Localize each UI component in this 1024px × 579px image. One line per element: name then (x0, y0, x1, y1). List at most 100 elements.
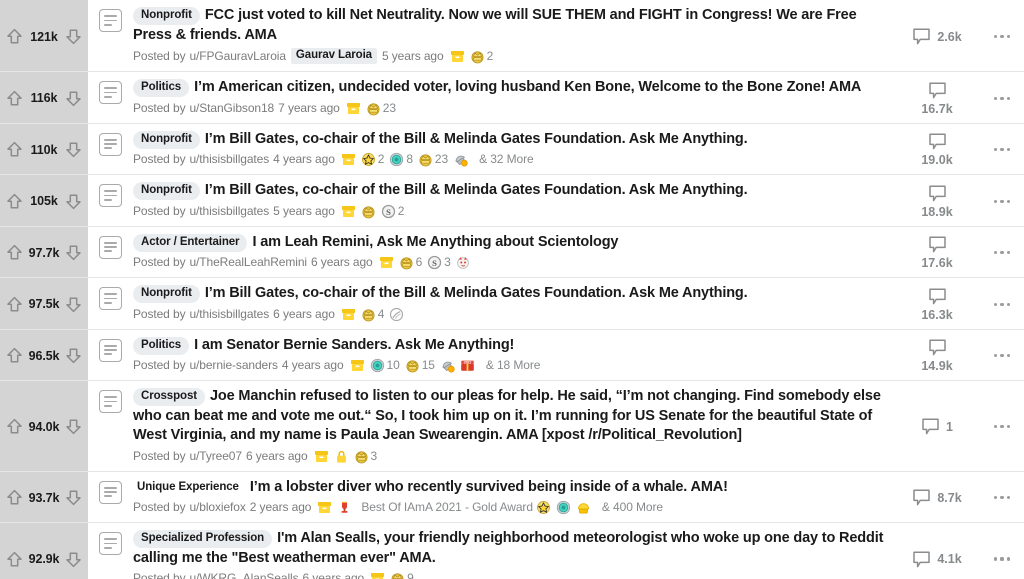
overflow-column[interactable] (980, 381, 1024, 471)
downvote-arrow-icon[interactable] (65, 296, 82, 313)
post-author[interactable]: u/TheRealLeahRemini (189, 255, 307, 270)
text-post-thumbnail-icon[interactable] (99, 338, 122, 362)
upvote-arrow-icon[interactable] (6, 193, 23, 210)
comments-column[interactable]: 14.9k (894, 330, 980, 381)
post-title[interactable]: I’m Bill Gates, co-chair of the Bill & M… (205, 182, 748, 198)
post-title[interactable]: I am Senator Bernie Sanders. Ask Me Anyt… (194, 337, 514, 353)
text-post-thumbnail-icon[interactable] (99, 235, 122, 259)
overflow-column[interactable] (980, 175, 1024, 226)
post-author[interactable]: u/bloxiefox (189, 500, 245, 515)
post-row[interactable]: 121k Nonprofit FCC just voted to kill Net … (0, 0, 1024, 72)
post-title[interactable]: I’m Bill Gates, co-chair of the Bill & M… (205, 131, 748, 147)
comments-column[interactable]: 2.6k (894, 0, 980, 71)
gold-award-icon[interactable]: 6 (399, 255, 422, 270)
downvote-arrow-icon[interactable] (65, 551, 82, 568)
gold-award-icon[interactable]: 9 (390, 571, 414, 579)
gold-award-icon[interactable] (361, 204, 376, 219)
post-author[interactable]: u/StanGibson18 (189, 101, 274, 116)
downvote-arrow-icon[interactable] (65, 489, 82, 506)
text-post-thumbnail-icon[interactable] (99, 184, 122, 207)
more-awards-label[interactable]: & 32 More (479, 152, 534, 167)
post-title[interactable]: Joe Manchin refused to listen to our ple… (133, 388, 881, 443)
post-row[interactable]: 93.7k Unique Experience I’m a lobster dive… (0, 472, 1024, 523)
comments-column[interactable]: 18.9k (894, 175, 980, 226)
overflow-menu-icon[interactable] (994, 148, 1010, 152)
helpful-award-icon[interactable] (576, 500, 591, 515)
upvote-arrow-icon[interactable] (6, 141, 23, 158)
post-flair[interactable]: Specialized Profession (133, 530, 273, 548)
post-flair[interactable]: Actor / Entertainer (133, 233, 248, 252)
overflow-menu-icon[interactable] (994, 199, 1010, 203)
post-flair[interactable]: Nonprofit (133, 182, 200, 200)
silver-award-icon[interactable]: S3 (427, 255, 451, 270)
upvote-arrow-icon[interactable] (6, 489, 23, 506)
platinum-award-icon[interactable] (556, 500, 571, 515)
post-row[interactable]: 97.7k Actor / Entertainer I am Leah Remini… (0, 227, 1024, 278)
comments-column[interactable]: 1 (894, 381, 980, 471)
post-row[interactable]: 97.5k Nonprofit I’m Bill Gates, co-chair o… (0, 278, 1024, 330)
post-flair[interactable]: Nonprofit (133, 130, 200, 149)
post-row[interactable]: 110k Nonprofit I’m Bill Gates, co-chair of… (0, 124, 1024, 175)
post-flair[interactable]: Politics (133, 79, 190, 97)
post-flair[interactable]: Crosspost (133, 388, 205, 406)
silver-hand-award-icon[interactable] (453, 152, 468, 167)
swirl-award-icon[interactable] (389, 307, 404, 322)
post-title[interactable]: FCC just voted to kill Net Neutrality. N… (133, 7, 857, 43)
text-post-thumbnail-icon[interactable] (99, 480, 122, 504)
overflow-menu-icon[interactable] (994, 302, 1010, 306)
overflow-column[interactable] (980, 523, 1024, 579)
more-awards-label[interactable]: & 400 More (602, 500, 663, 515)
gold-award-icon[interactable]: 3 (354, 449, 377, 464)
overflow-column[interactable] (980, 124, 1024, 175)
downvote-arrow-icon[interactable] (65, 244, 82, 261)
more-awards-label[interactable]: & 18 More (486, 358, 541, 373)
text-post-thumbnail-icon[interactable] (99, 287, 122, 310)
post-title[interactable]: I’m American citizen, undecided voter, l… (194, 79, 861, 95)
comments-column[interactable]: 19.0k (894, 124, 980, 175)
post-flair[interactable]: Nonprofit (133, 7, 200, 25)
post-author[interactable]: u/FPGauravLaroia (189, 49, 286, 64)
overflow-column[interactable] (980, 0, 1024, 71)
post-title[interactable]: I’m a lobster diver who recently survive… (250, 479, 728, 495)
comments-column[interactable]: 16.3k (894, 278, 980, 329)
post-author[interactable]: u/WKRG_AlanSealls (189, 571, 298, 579)
party-award-icon[interactable]: 2021 (460, 358, 475, 373)
text-post-thumbnail-icon[interactable] (99, 532, 122, 555)
downvote-arrow-icon[interactable] (65, 28, 82, 45)
overflow-column[interactable] (980, 472, 1024, 523)
overflow-column[interactable] (980, 278, 1024, 329)
silver-award-icon[interactable]: S2 (381, 204, 404, 219)
downvote-arrow-icon[interactable] (65, 347, 82, 364)
post-title[interactable]: I am Leah Remini, Ask Me Anything about … (252, 234, 618, 250)
post-author[interactable]: u/thisisbillgates (189, 152, 269, 167)
comments-column[interactable]: 16.7k (894, 72, 980, 123)
gold-award-icon[interactable]: 2 (470, 49, 493, 64)
overflow-menu-icon[interactable] (994, 251, 1010, 255)
upvote-arrow-icon[interactable] (6, 418, 23, 435)
comments-column[interactable]: 4.1k (894, 523, 980, 579)
text-post-thumbnail-icon[interactable] (99, 390, 122, 413)
upvote-arrow-icon[interactable] (6, 28, 23, 45)
downvote-arrow-icon[interactable] (65, 90, 82, 107)
overflow-column[interactable] (980, 227, 1024, 278)
upvote-arrow-icon[interactable] (6, 347, 23, 364)
text-post-thumbnail-icon[interactable] (99, 81, 122, 104)
post-author[interactable]: u/thisisbillgates (189, 307, 269, 322)
post-flair[interactable]: Unique Experience (133, 479, 243, 497)
post-row[interactable]: 94.0k Crosspost Joe Manchin refused to lis… (0, 381, 1024, 472)
text-post-thumbnail-icon[interactable] (99, 9, 122, 32)
platinum-award-icon[interactable]: 8 (389, 152, 413, 167)
post-title[interactable]: I’m Bill Gates, co-chair of the Bill & M… (205, 285, 748, 301)
gold-award-icon[interactable]: 4 (361, 307, 384, 322)
overflow-column[interactable] (980, 72, 1024, 123)
comments-column[interactable]: 17.6k (894, 227, 980, 278)
overflow-menu-icon[interactable] (994, 34, 1010, 39)
post-row[interactable]: 105k Nonprofit I’m Bill Gates, co-chair of… (0, 175, 1024, 227)
wholesome-award-icon[interactable] (456, 255, 471, 270)
post-row[interactable]: 116k Politics I’m American citizen, undeci… (0, 72, 1024, 124)
upvote-arrow-icon[interactable] (6, 296, 23, 313)
overflow-menu-icon[interactable] (994, 354, 1010, 358)
post-flair[interactable]: Politics (133, 336, 190, 355)
gold-award-icon[interactable]: 23 (418, 152, 448, 167)
star-award-icon[interactable]: 2 (361, 152, 384, 167)
